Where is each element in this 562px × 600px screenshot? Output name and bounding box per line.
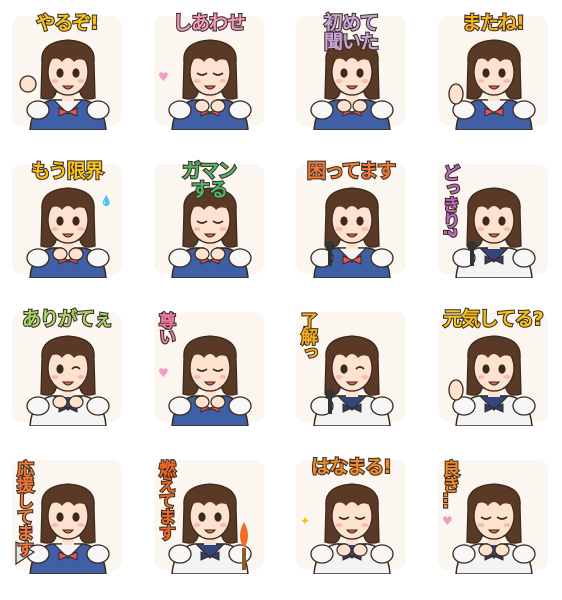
sticker-caption: ありがてぇ <box>21 308 114 330</box>
sticker-caption: はなまる! <box>310 456 393 478</box>
sticker[interactable]: 了解っ <box>292 308 410 426</box>
sticker-caption: しあわせ <box>172 12 247 34</box>
sticker-caption: もう限界 <box>30 160 104 182</box>
sticker-caption: 応援してます <box>12 459 34 557</box>
sticker[interactable]: ありがてぇ <box>8 308 126 426</box>
sticker-caption: 燃えてます <box>154 459 176 541</box>
sticker[interactable]: ガマン する <box>150 160 268 278</box>
sticker[interactable]: 💧 もう限界 <box>8 160 126 278</box>
sticker-caption: やるぞ! <box>35 12 100 34</box>
sticker[interactable]: ♥ 尊い <box>150 308 268 426</box>
heart-icon: ♥ <box>158 70 169 84</box>
sticker-caption: 良き… <box>438 459 460 509</box>
sticker-caption: 尊い <box>154 311 176 345</box>
sticker-caption: またね! <box>461 12 526 34</box>
sticker[interactable]: またね! <box>434 12 552 130</box>
sticker[interactable]: 初めて 聞いた <box>292 12 410 130</box>
sweat-icon: 💧 <box>100 196 113 207</box>
sparkle-icon: ✦ <box>300 514 311 528</box>
sticker-caption: 元気してる? <box>442 308 544 330</box>
sticker-caption: ガマン する <box>181 160 238 202</box>
sticker[interactable]: 困ってます <box>292 160 410 278</box>
sticker[interactable]: ♥ しあわせ <box>150 12 268 130</box>
sticker[interactable]: ♥ 良き… <box>434 456 552 574</box>
sticker[interactable]: ✦ はなまる! <box>292 456 410 574</box>
sticker[interactable]: 応援してます <box>8 456 126 574</box>
sticker[interactable]: どっきり? <box>434 160 552 278</box>
sticker[interactable]: やるぞ! <box>8 12 126 130</box>
sticker[interactable]: 元気してる? <box>434 308 552 426</box>
sticker-caption: どっきり? <box>438 163 460 238</box>
sticker-caption: 困ってます <box>306 160 397 182</box>
sticker[interactable]: 燃えてます <box>150 456 268 574</box>
sticker-caption: 初めて 聞いた <box>323 12 380 54</box>
sticker-grid: やるぞ! ♥ しあわせ 初めて 聞いた またね! 💧 もう限界 ガマン する 困ってます どっきり… <box>0 0 562 600</box>
sticker-caption: 了解っ <box>296 311 318 361</box>
